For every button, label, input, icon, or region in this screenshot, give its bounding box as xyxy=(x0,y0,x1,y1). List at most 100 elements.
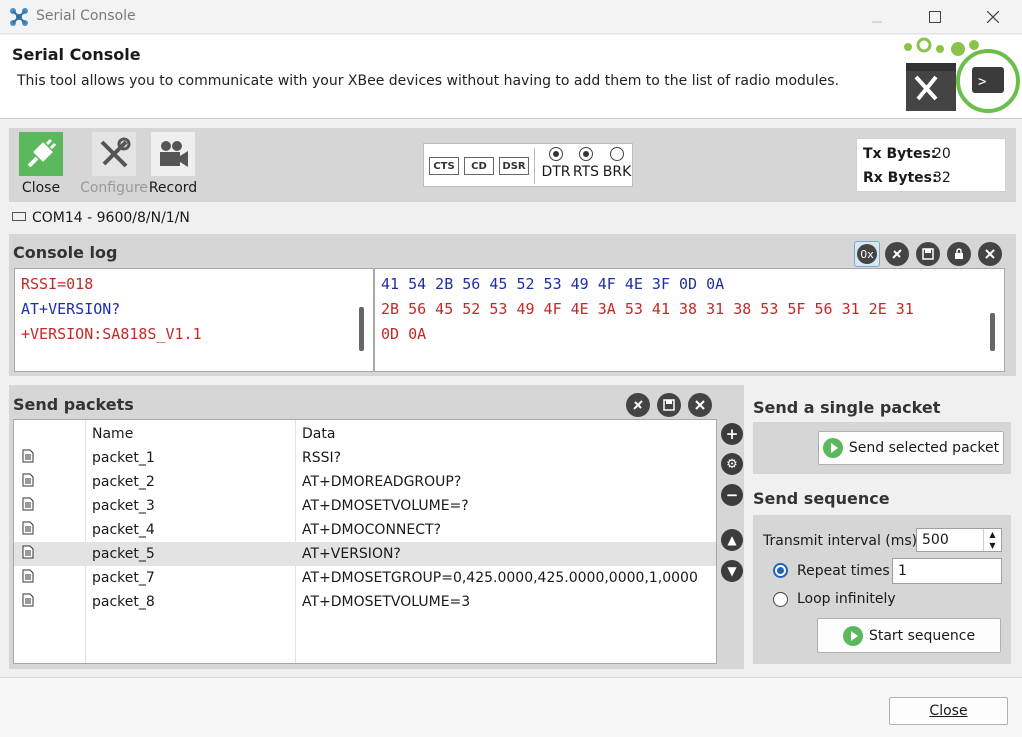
table-row[interactable]: packet_8 AT+DMOSETVOLUME=3 xyxy=(14,590,716,614)
interval-spinner[interactable]: ▲ ▼ xyxy=(983,529,1001,551)
tx-bytes-label: Tx Bytes: xyxy=(863,146,937,162)
close-connection-button[interactable]: Close xyxy=(17,132,65,196)
configure-button[interactable]: Configure xyxy=(79,132,149,196)
save-packets-icon[interactable] xyxy=(657,393,681,417)
document-icon xyxy=(14,521,86,539)
table-header: Name Data xyxy=(14,422,716,446)
table-row[interactable]: packet_3 AT+DMOSETVOLUME=? xyxy=(14,494,716,518)
dtr-radio[interactable] xyxy=(549,147,563,161)
move-up-icon[interactable]: ▲ xyxy=(721,529,743,551)
document-icon xyxy=(14,473,86,491)
repeat-times-label: Repeat times xyxy=(797,563,890,579)
page-description: This tool allows you to communicate with… xyxy=(17,73,840,89)
minimize-icon[interactable] xyxy=(848,0,906,34)
interval-input[interactable]: 500 ▲ ▼ xyxy=(916,528,1002,552)
packet-data: AT+DMOSETVOLUME=3 xyxy=(302,594,471,610)
log-line: RSSI=018 xyxy=(21,275,94,293)
packet-data: AT+VERSION? xyxy=(302,546,401,562)
footer: Close xyxy=(0,678,1022,737)
packet-data: AT+DMOREADGROUP? xyxy=(302,474,462,490)
packet-name: packet_2 xyxy=(92,474,155,490)
port-settings: COM14 - 9600/8/N/1/N xyxy=(32,210,190,226)
send-selected-packet-button[interactable]: Send selected packet xyxy=(818,431,1004,465)
document-icon xyxy=(14,569,86,587)
port-info: COM14 - 9600/8/N/1/N xyxy=(12,210,190,226)
console-log-section: Console log 0x RSSI=018 AT+VERSION? +VER… xyxy=(9,234,1016,376)
dsr-indicator: DSR xyxy=(499,157,529,175)
rx-bytes-label: Rx Bytes: xyxy=(863,170,938,186)
brk-radio[interactable] xyxy=(610,147,624,161)
gear-icon[interactable]: ⚙ xyxy=(721,453,743,475)
packet-name: packet_1 xyxy=(92,450,155,466)
page-title: Serial Console xyxy=(12,45,141,64)
serial-port-icon xyxy=(12,212,26,221)
packet-name: packet_5 xyxy=(92,546,155,562)
cts-indicator: CTS xyxy=(429,157,459,175)
hex-line: 2B 56 45 52 53 49 4F 4E 3A 53 41 38 31 3… xyxy=(381,300,914,318)
close-dialog-button[interactable]: Close xyxy=(889,697,1008,725)
table-row[interactable]: packet_2 AT+DMOREADGROUP? xyxy=(14,470,716,494)
ascii-log-pane[interactable]: RSSI=018 AT+VERSION? +VERSION:SA818S_V1.… xyxy=(14,268,374,372)
rts-control[interactable]: RTS xyxy=(571,147,601,180)
camera-icon xyxy=(151,132,195,176)
document-icon xyxy=(14,545,86,563)
log-line: +VERSION:SA818S_V1.1 xyxy=(21,325,202,343)
hex-line: 0D 0A xyxy=(381,325,427,343)
dtr-control[interactable]: DTR xyxy=(541,147,571,180)
start-sequence-button[interactable]: Start sequence xyxy=(817,618,1001,653)
line-status-panel: CTS CD DSR DTR RTS BRK xyxy=(423,143,633,187)
title-bar: Serial Console xyxy=(0,0,1022,34)
packet-data: AT+DMOSETVOLUME=? xyxy=(302,498,469,514)
table-row[interactable]: packet_1 RSSI? xyxy=(14,446,716,470)
repeat-times-value: 1 xyxy=(898,563,907,579)
column-header-data[interactable]: Data xyxy=(296,426,716,442)
column-header-name[interactable]: Name xyxy=(86,426,296,442)
send-selected-label: Send selected packet xyxy=(848,440,1000,456)
repeat-times-radio[interactable] xyxy=(773,563,788,578)
clear-packets-icon[interactable] xyxy=(688,393,712,417)
rts-radio[interactable] xyxy=(579,147,593,161)
table-row[interactable]: packet_7 AT+DMOSETGROUP=0,425.0000,425.00… xyxy=(14,566,716,590)
packet-name: packet_4 xyxy=(92,522,155,538)
lock-scroll-icon[interactable] xyxy=(947,242,971,266)
move-down-icon[interactable]: ▼ xyxy=(721,560,743,582)
loop-infinitely-label: Loop infinitely xyxy=(797,591,896,607)
add-packet-icon[interactable]: + xyxy=(721,423,743,445)
table-row[interactable]: packet_5 AT+VERSION? xyxy=(14,542,716,566)
maximize-icon[interactable] xyxy=(906,0,964,34)
remove-packet-icon[interactable]: − xyxy=(721,484,743,506)
interval-label: Transmit interval (ms): xyxy=(763,533,922,549)
clear-console-icon[interactable] xyxy=(885,242,909,266)
toolbar: Close Configure Record CTS CD DSR DTR RT… xyxy=(9,128,1016,202)
hex-log-pane[interactable]: 41 54 2B 56 45 52 53 49 4F 4E 3F 0D 0A 2… xyxy=(374,268,1005,372)
configure-label: Configure xyxy=(80,180,148,196)
loop-infinitely-radio[interactable] xyxy=(773,592,788,607)
header: Serial Console This tool allows you to c… xyxy=(0,35,1022,119)
save-console-icon[interactable] xyxy=(916,242,940,266)
hex-scrollbar[interactable] xyxy=(990,313,995,351)
single-packet-title: Send a single packet xyxy=(753,398,941,417)
play-icon xyxy=(842,625,863,646)
hex-toggle-label: 0x xyxy=(857,244,877,264)
play-icon xyxy=(822,438,843,458)
single-packet-box: Send selected packet xyxy=(753,422,1011,474)
hex-toggle-button[interactable]: 0x xyxy=(854,241,880,267)
start-sequence-label: Start sequence xyxy=(868,627,976,644)
byte-counters: Tx Bytes: 20 Rx Bytes: 32 xyxy=(856,138,1006,192)
log-line: AT+VERSION? xyxy=(21,300,121,318)
table-row[interactable]: packet_4 AT+DMOCONNECT? xyxy=(14,518,716,542)
packet-name: packet_3 xyxy=(92,498,155,514)
packets-table: Name Data packet_1 RSSI? packet_2 AT+DMOREA… xyxy=(13,419,717,664)
brk-label: BRK xyxy=(602,164,632,180)
load-packets-icon[interactable] xyxy=(626,393,650,417)
divider xyxy=(534,148,535,184)
repeat-times-input[interactable]: 1 xyxy=(892,558,1002,584)
dtr-label: DTR xyxy=(541,164,571,180)
interval-value: 500 xyxy=(922,532,949,548)
ascii-scrollbar[interactable] xyxy=(359,307,364,351)
brk-control[interactable]: BRK xyxy=(601,147,633,180)
record-button[interactable]: Record xyxy=(148,132,198,196)
document-icon xyxy=(14,497,86,515)
close-console-icon[interactable] xyxy=(978,242,1002,266)
close-icon[interactable] xyxy=(964,0,1022,34)
